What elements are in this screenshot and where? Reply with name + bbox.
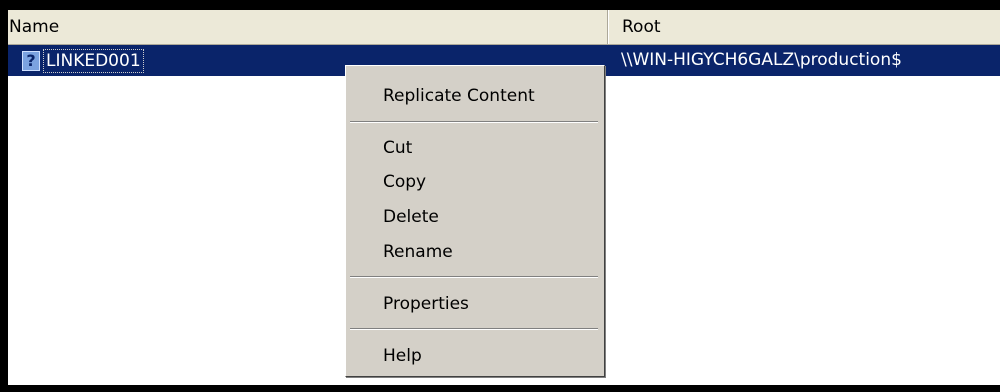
menu-item-help[interactable]: Help — [383, 341, 422, 371]
menu-item-properties[interactable]: Properties — [383, 289, 469, 319]
menu-item-rename[interactable]: Rename — [383, 237, 453, 267]
context-menu: Replicate Content Cut Copy Delete Rename… — [345, 65, 605, 377]
row-root-cell: \\WIN-HIGYCH6GALZ\production$ — [621, 50, 902, 70]
menu-item-delete[interactable]: Delete — [383, 202, 439, 232]
column-header-name[interactable]: Name — [8, 10, 609, 44]
column-header-bar: Name Root — [8, 10, 1000, 45]
list-view: Name Root ? LINKED001 \\WIN-HIGYCH6GALZ\… — [8, 10, 1000, 385]
row-name-label: LINKED001 — [43, 48, 144, 73]
menu-item-replicate-content[interactable]: Replicate Content — [383, 81, 535, 111]
column-header-root[interactable]: Root — [610, 10, 1000, 44]
menu-separator — [350, 276, 598, 278]
menu-item-cut[interactable]: Cut — [383, 133, 412, 163]
menu-item-copy[interactable]: Copy — [383, 167, 426, 197]
question-icon: ? — [22, 50, 40, 71]
row-name-cell: ? LINKED001 — [22, 45, 144, 76]
menu-separator — [350, 328, 598, 330]
column-header-root-label: Root — [622, 17, 661, 37]
column-header-name-label: Name — [9, 17, 60, 37]
menu-separator — [350, 121, 598, 123]
